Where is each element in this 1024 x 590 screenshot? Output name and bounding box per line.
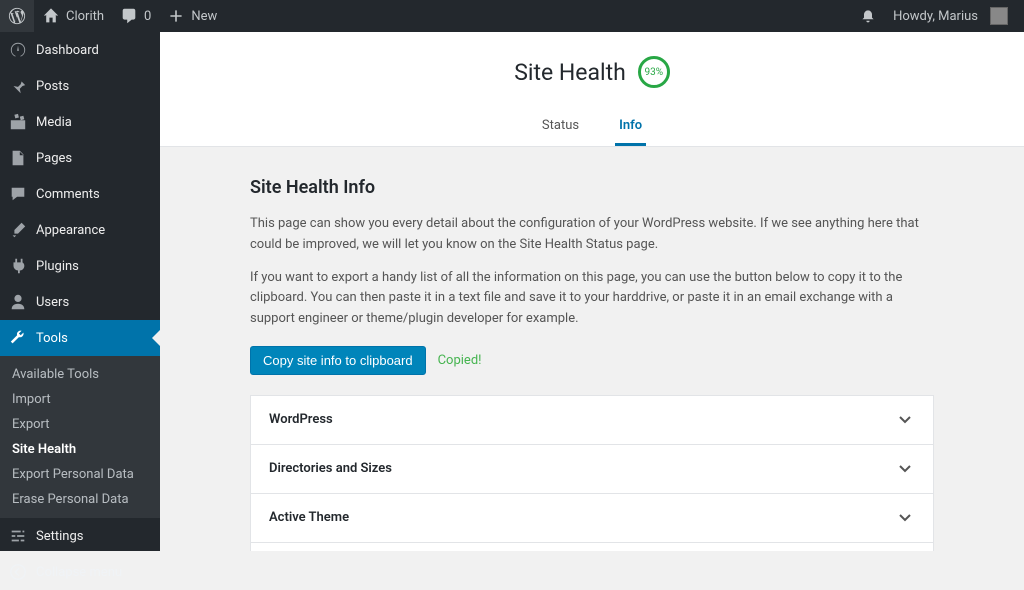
- comment-icon: [8, 184, 28, 204]
- comments-link[interactable]: 0: [112, 0, 159, 32]
- comments-count: 0: [144, 9, 151, 24]
- accordion-item-other-themes[interactable]: Other Themes (1): [250, 543, 934, 551]
- chevron-down-icon: [895, 508, 915, 528]
- sidebar-item-label: Plugins: [36, 259, 79, 274]
- plus-icon: [167, 7, 185, 25]
- new-label: New: [191, 9, 217, 24]
- sidebar-item-label: Posts: [36, 79, 69, 94]
- avatar: [990, 7, 1008, 25]
- score-value: 93%: [644, 67, 663, 78]
- sidebar-item-label: Appearance: [36, 223, 105, 238]
- sidebar-item-comments[interactable]: Comments: [0, 176, 160, 212]
- site-health-score: 93%: [638, 56, 670, 88]
- description-2: If you want to export a handy list of al…: [250, 268, 934, 330]
- sidebar-item-settings[interactable]: Settings: [0, 518, 160, 554]
- sidebar-item-tools[interactable]: Tools: [0, 320, 160, 356]
- submenu-item-export-personal-data[interactable]: Export Personal Data: [0, 462, 160, 487]
- site-name: Clorith: [66, 9, 104, 24]
- accordion-item-active-theme[interactable]: Active Theme: [250, 494, 934, 543]
- copy-site-info-button[interactable]: Copy site info to clipboard: [250, 346, 426, 375]
- sidebar-item-users[interactable]: Users: [0, 284, 160, 320]
- accordion-label-text: Directories and Sizes: [269, 461, 392, 476]
- bell-icon: [859, 7, 877, 25]
- sidebar-item-media[interactable]: Media: [0, 104, 160, 140]
- sidebar-item-label: Pages: [36, 151, 72, 166]
- submenu-item-erase-personal-data[interactable]: Erase Personal Data: [0, 487, 160, 512]
- sidebar-item-label: Tools: [36, 331, 68, 346]
- sidebar-item-posts[interactable]: Posts: [0, 68, 160, 104]
- site-health-tabs: Status Info: [160, 108, 1024, 147]
- admin-sidebar: Dashboard Posts Media Pages Comments: [0, 32, 160, 551]
- my-account-link[interactable]: Howdy, Marius: [885, 0, 1016, 32]
- pin-icon: [8, 76, 28, 96]
- howdy-text: Howdy, Marius: [893, 9, 978, 24]
- sidebar-item-label: Settings: [36, 529, 83, 544]
- submenu-item-export[interactable]: Export: [0, 412, 160, 437]
- wordpress-icon: [8, 7, 26, 25]
- sidebar-item-dashboard[interactable]: Dashboard: [0, 32, 160, 68]
- brush-icon: [8, 220, 28, 240]
- sidebar-item-label: Users: [36, 295, 69, 310]
- new-content-link[interactable]: New: [159, 0, 225, 32]
- collapse-label: Collapse menu: [36, 565, 122, 580]
- sliders-icon: [8, 526, 28, 546]
- copied-indicator: Copied!: [438, 353, 482, 368]
- tab-status[interactable]: Status: [538, 108, 583, 146]
- page-body: Site Health Info This page can show you …: [160, 147, 1024, 551]
- page-header: Site Health 93% Status Info: [160, 32, 1024, 147]
- admin-bar: Clorith 0 New Howdy, Marius: [0, 0, 1024, 32]
- accordion-label-text: Active Theme: [269, 510, 349, 525]
- home-icon: [42, 7, 60, 25]
- wrench-icon: [8, 328, 28, 348]
- accordion-label-text: WordPress: [269, 412, 333, 427]
- comment-bubble-icon: [120, 7, 138, 25]
- notifications-link[interactable]: [851, 0, 885, 32]
- accordion-item-directories[interactable]: Directories and Sizes: [250, 445, 934, 494]
- sidebar-item-label: Comments: [36, 187, 100, 202]
- page-title: Site Health: [514, 59, 626, 86]
- sidebar-item-appearance[interactable]: Appearance: [0, 212, 160, 248]
- media-icon: [8, 112, 28, 132]
- user-icon: [8, 292, 28, 312]
- submenu-item-import[interactable]: Import: [0, 387, 160, 412]
- chevron-down-icon: [895, 410, 915, 430]
- page-icon: [8, 148, 28, 168]
- section-title: Site Health Info: [250, 177, 934, 198]
- collapse-icon: [8, 562, 28, 582]
- submenu-item-site-health[interactable]: Site Health: [0, 437, 160, 462]
- sidebar-item-plugins[interactable]: Plugins: [0, 248, 160, 284]
- sidebar-item-label: Dashboard: [36, 43, 99, 58]
- dashboard-icon: [8, 40, 28, 60]
- content-area: Site Health 93% Status Info Site Health …: [160, 32, 1024, 551]
- site-health-accordion: WordPress Directories and Sizes: [250, 395, 934, 551]
- submenu-item-available-tools[interactable]: Available Tools: [0, 362, 160, 387]
- plug-icon: [8, 256, 28, 276]
- accordion-item-wordpress[interactable]: WordPress: [250, 396, 934, 445]
- sidebar-item-pages[interactable]: Pages: [0, 140, 160, 176]
- collapse-menu-button[interactable]: Collapse menu: [0, 554, 160, 590]
- sidebar-item-label: Media: [36, 115, 72, 130]
- sidebar-submenu-tools: Available Tools Import Export Site Healt…: [0, 356, 160, 518]
- site-name-link[interactable]: Clorith: [34, 0, 112, 32]
- tab-info[interactable]: Info: [615, 108, 646, 146]
- description-1: This page can show you every detail abou…: [250, 214, 934, 256]
- wordpress-logo[interactable]: [0, 0, 34, 32]
- chevron-down-icon: [895, 459, 915, 479]
